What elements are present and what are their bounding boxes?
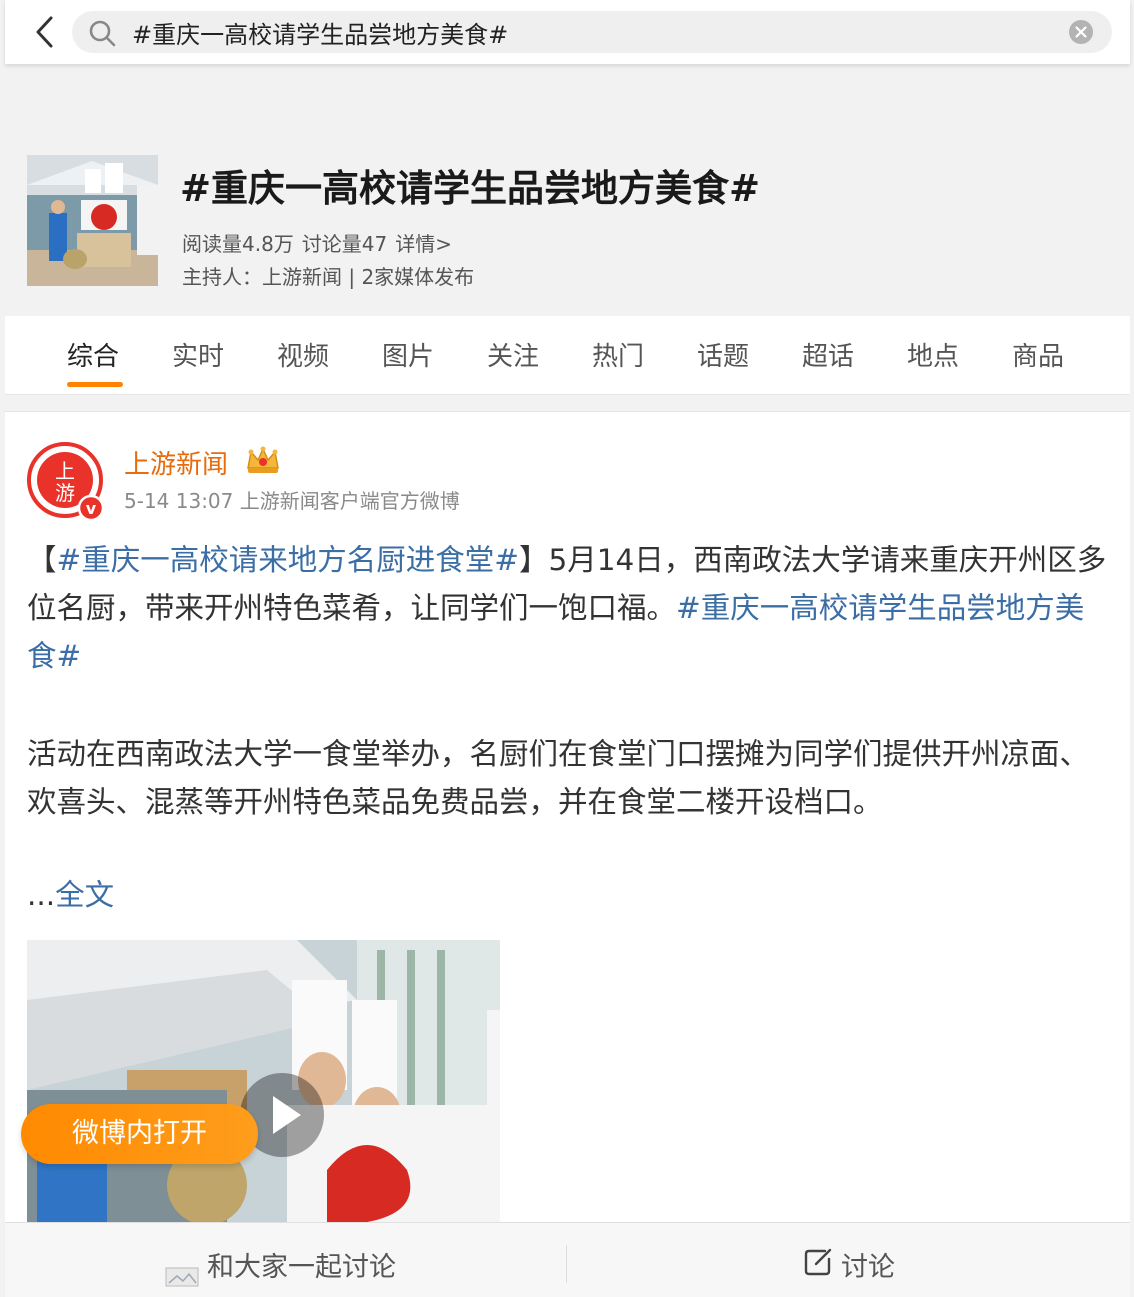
- tab-supertopic[interactable]: 超话: [802, 336, 854, 373]
- video-thumbnail[interactable]: [27, 940, 500, 1225]
- back-button[interactable]: [27, 12, 63, 52]
- active-tab-indicator: [67, 382, 123, 387]
- tab-pictures[interactable]: 图片: [382, 336, 434, 373]
- tab-locations[interactable]: 地点: [907, 336, 959, 373]
- clear-search-button[interactable]: [1068, 19, 1094, 45]
- bracket-open: 【: [27, 543, 57, 577]
- search-icon: [89, 20, 116, 47]
- svg-text:v: v: [86, 499, 97, 518]
- post-body: 【#重庆一高校请来地方名厨进食堂#】5月14日，西南政法大学请来重庆开州区多位名…: [27, 536, 1107, 680]
- chevron-left-icon: [36, 16, 53, 48]
- topic-thumbnail-image: [27, 155, 158, 286]
- crown-icon: [247, 446, 279, 473]
- top-search-bar: [5, 0, 1130, 64]
- full-text-row: ...全文: [27, 872, 114, 914]
- tab-topics[interactable]: 话题: [697, 336, 749, 373]
- search-box[interactable]: [72, 11, 1112, 53]
- topic-link[interactable]: #重庆一高校请来地方名厨进食堂#: [57, 543, 519, 577]
- tab-hot[interactable]: 热门: [592, 336, 644, 373]
- tab-video[interactable]: 视频: [277, 336, 329, 373]
- topic-discussion-count: 讨论量47: [301, 232, 388, 256]
- open-in-weibo-button[interactable]: 微博内打开: [21, 1104, 258, 1164]
- topic-title: #重庆一高校请学生品尝地方美食#: [180, 167, 761, 210]
- image-icon: [165, 1267, 199, 1287]
- avatar-label-bottom: 游: [55, 481, 75, 505]
- author-name[interactable]: 上游新闻: [124, 444, 228, 481]
- post-paragraph: 活动在西南政法大学一食堂举办，名厨们在食堂门口摆摊为同学们提供开州凉面、欢喜头、…: [27, 737, 1090, 819]
- avatar-label-top: 上: [55, 459, 75, 483]
- bracket-close: 】: [518, 543, 549, 577]
- avatar[interactable]: 上 游 v: [27, 442, 107, 522]
- full-text-link[interactable]: 全文: [55, 878, 114, 912]
- verified-badge-icon: v: [77, 494, 105, 522]
- tab-following[interactable]: 关注: [487, 336, 539, 373]
- tab-realtime[interactable]: 实时: [172, 336, 224, 373]
- avatar-image: 上 游 v: [27, 442, 105, 522]
- topic-thumbnail: [27, 155, 158, 286]
- search-input[interactable]: [132, 11, 1052, 53]
- ellipsis: ...: [27, 878, 56, 912]
- topic-stats: 阅读量4.8万 讨论量47 详情>: [182, 228, 460, 257]
- filter-tabs: 综合 实时 视频 图片 关注 热门 话题 超话 地点 商品: [5, 316, 1130, 395]
- discuss-together-label: 和大家一起讨论: [207, 1252, 396, 1283]
- tab-comprehensive[interactable]: 综合: [67, 336, 119, 373]
- bottom-action-bar: 和大家一起讨论 讨论: [5, 1222, 1130, 1297]
- post-meta: 5-14 13:07 上游新闻客户端官方微博: [124, 489, 460, 513]
- edit-icon: [804, 1248, 832, 1276]
- topic-host-line: 主持人：上游新闻 | 2家媒体发布: [182, 265, 475, 289]
- post-card: 上 游 v 上游新闻 5-14 13:07 上游新闻客户端官方微博 【#重庆一高…: [5, 411, 1130, 1297]
- tab-products[interactable]: 商品: [1012, 336, 1064, 373]
- clear-icon: [1069, 20, 1093, 44]
- topic-details-link[interactable]: 详情>: [395, 232, 452, 256]
- discuss-label: 讨论: [841, 1252, 895, 1283]
- topic-read-count: 阅读量4.8万: [182, 232, 294, 256]
- bottom-divider: [566, 1245, 567, 1283]
